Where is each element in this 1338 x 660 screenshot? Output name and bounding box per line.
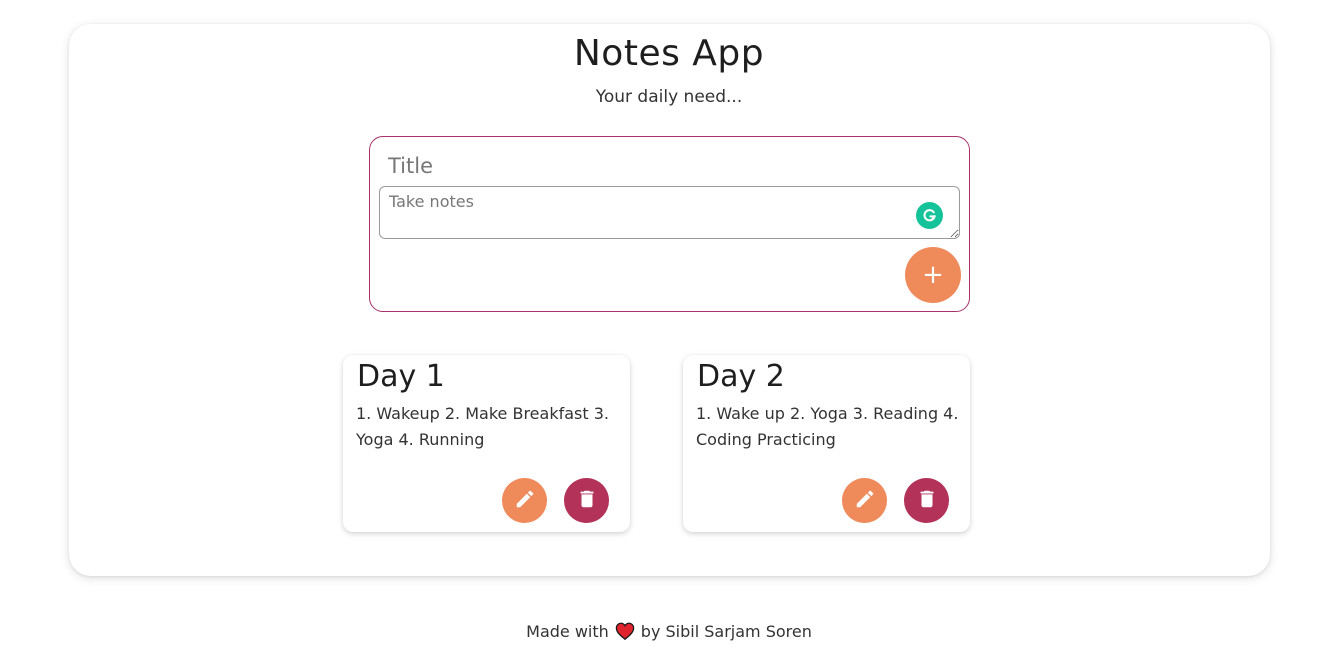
app-subtitle: Your daily need... [595, 87, 743, 107]
note-card: Day 1 1. Wakeup 2. Make Breakfast 3. Yog… [343, 355, 630, 532]
pencil-icon [514, 488, 536, 513]
note-card: Day 2 1. Wake up 2. Yoga 3. Reading 4. C… [683, 355, 970, 532]
add-note-button[interactable]: + [905, 247, 961, 303]
edit-note-button[interactable] [502, 478, 547, 523]
note-body: 1. Wake up 2. Yoga 3. Reading 4. Coding … [696, 404, 959, 449]
app-title: Notes App [573, 33, 765, 74]
heart-icon [615, 622, 635, 644]
grammarly-icon[interactable] [916, 202, 943, 229]
footer-suffix: by Sibil Sarjam Soren [640, 622, 812, 641]
note-title: Day 1 [357, 359, 445, 394]
delete-note-button[interactable] [904, 478, 949, 523]
title-input[interactable] [388, 151, 888, 181]
note-title: Day 2 [697, 359, 785, 394]
edit-note-button[interactable] [842, 478, 887, 523]
trash-icon [576, 488, 598, 513]
pencil-icon [854, 488, 876, 513]
note-composer: + [369, 136, 970, 312]
delete-note-button[interactable] [564, 478, 609, 523]
plus-icon: + [922, 260, 944, 290]
footer: Made with by Sibil Sarjam Soren [0, 622, 1338, 644]
note-body: 1. Wakeup 2. Make Breakfast 3. Yoga 4. R… [356, 404, 609, 449]
footer-prefix: Made with [526, 622, 609, 641]
trash-icon [916, 488, 938, 513]
notes-textarea[interactable] [379, 186, 960, 239]
